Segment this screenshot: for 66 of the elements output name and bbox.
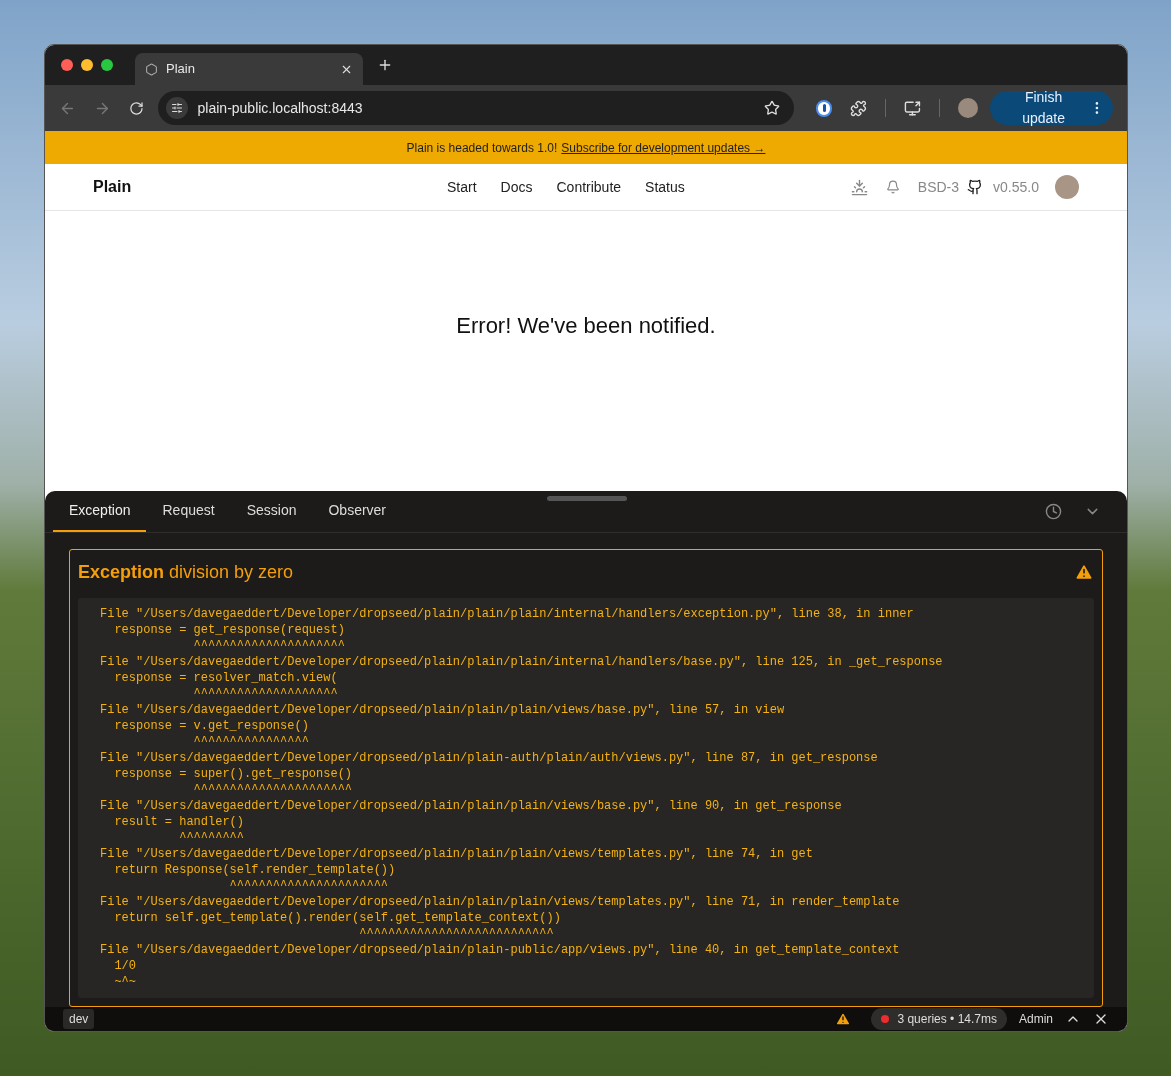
traceback-location: File "/Users/davegaeddert/Developer/dropseed/plain/plain-auth/plain/auth/views.py", line 87, in get_response [100, 750, 878, 766]
admin-link[interactable]: Admin [1019, 1010, 1053, 1028]
github-icon[interactable] [967, 179, 984, 195]
maximize-window-icon[interactable] [101, 59, 113, 71]
traceback-code: 1/0 [113, 958, 136, 974]
error-marker: ^^^^^^^^^^^^^^^^^^^^^^ [228, 878, 389, 894]
close-window-icon[interactable] [61, 59, 73, 71]
queries-button[interactable]: 3 queries • 14.7ms [871, 1008, 1007, 1030]
user-avatar[interactable] [1055, 175, 1079, 199]
traceback-location: File "/Users/davegaeddert/Developer/dropseed/plain/plain-public/app/views.py", line 40, in get_template_context [100, 942, 900, 958]
panel-tab[interactable]: Session [230, 491, 313, 532]
nav-link[interactable]: Contribute [556, 176, 622, 198]
traceback-code: result = handler() [113, 814, 245, 830]
minimize-window-icon[interactable] [81, 59, 93, 71]
traceback-location: File "/Users/davegaeddert/Developer/dropseed/plain/plain/plain/views/templates.py", line 71, in render_template [100, 894, 900, 910]
traceback-code: response = super().get_response() [113, 766, 353, 782]
history-icon[interactable] [1045, 503, 1062, 520]
traceback-code: return self.get_template().render(self.get_template_context()) [113, 910, 561, 926]
favicon-icon [145, 62, 158, 76]
tab-title: Plain [166, 60, 196, 79]
version-link[interactable]: v0.55.0 [993, 176, 1039, 198]
error-marker: ^^^^^^^^^^^^^^^^^^^^^ [192, 638, 345, 654]
traceback-code: response = get_response(request) [113, 622, 345, 638]
error-marker: ^^^^^^^^^^^^^^^^^^^^^^^^^^^ [358, 926, 554, 942]
error-marker: ^^^^^^^^^^^^^^^^ [192, 734, 309, 750]
theme-icon[interactable] [850, 178, 868, 196]
traceback-code: response = v.get_response() [113, 718, 309, 734]
traceback-location: File "/Users/davegaeddert/Developer/dropseed/plain/plain/plain/internal/handlers/base.py", line 125, in _get_response [100, 654, 943, 670]
traceback-location: File "/Users/davegaeddert/Developer/dropseed/plain/plain/plain/views/base.py", line 57, in view [100, 702, 785, 718]
traceback-location: File "/Users/davegaeddert/Developer/dropseed/plain/plain/plain/views/templates.py", line 74, in get [100, 846, 813, 862]
banner-text: Plain is headed towards 1.0! [406, 139, 558, 157]
bookmark-star-icon[interactable] [763, 100, 780, 116]
extensions-icon[interactable] [850, 99, 868, 117]
traceback-code: response = resolver_match.view( [113, 670, 338, 686]
subscribe-link[interactable]: Subscribe for development updates → [561, 138, 766, 157]
error-marker: ^^^^^^^^^^^^^^^^^^^^ [192, 686, 338, 702]
license-link[interactable]: BSD-3 [917, 176, 960, 198]
bell-icon[interactable] [885, 180, 900, 194]
exception-title: Exception division by zero [78, 560, 294, 584]
password-manager-icon[interactable] [815, 99, 833, 117]
traceback-code: return Response(self.render_template()) [113, 862, 396, 878]
error-marker: ~^~ [113, 974, 136, 990]
finish-update-button[interactable]: Finish update [989, 91, 1113, 125]
error-marker: ^^^^^^^^^^^^^^^^^^^^^^ [192, 782, 353, 798]
site-logo[interactable]: Plain [93, 175, 132, 199]
nav-link[interactable]: Start [447, 176, 477, 198]
panel-tab[interactable]: Exception [53, 491, 147, 532]
error-marker: ^^^^^^^^^ [178, 830, 245, 846]
nav-link[interactable]: Docs [500, 176, 533, 198]
traceback-location: File "/Users/davegaeddert/Developer/dropseed/plain/plain/plain/internal/handlers/exception.py", line 38, in inner [100, 606, 914, 622]
environment-badge: dev [63, 1009, 95, 1029]
profile-avatar[interactable] [958, 98, 978, 118]
traceback-location: File "/Users/davegaeddert/Developer/dropseed/plain/plain/plain/views/base.py", line 90, in get_response [100, 798, 842, 814]
panel-tab[interactable]: Request [146, 491, 231, 532]
reload-icon[interactable] [128, 100, 144, 116]
nav-link[interactable]: Status [645, 176, 685, 198]
new-tab-icon[interactable] [377, 57, 393, 73]
address-text: plain-public.localhost:8443 [197, 98, 364, 118]
warning-icon[interactable] [835, 1011, 852, 1027]
error-message: Error! We've been notified. [456, 311, 716, 340]
browser-tab[interactable]: Plain [135, 53, 363, 85]
warning-icon [1074, 562, 1094, 582]
panel-tab[interactable]: Observer [312, 491, 403, 532]
site-info-icon[interactable] [165, 97, 188, 119]
address-bar[interactable]: plain-public.localhost:8443 [157, 91, 794, 125]
resize-handle[interactable] [547, 496, 627, 501]
